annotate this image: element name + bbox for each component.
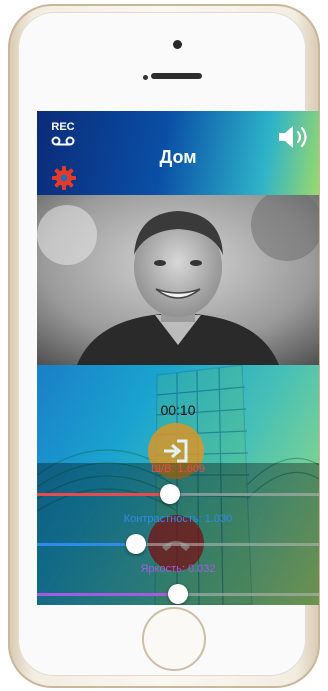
slider-track-remaining[interactable] [170,493,319,496]
speaker-icon[interactable] [275,123,311,151]
slider-label: Яркость: 0.032 [140,563,216,575]
app-screen: REC Дом 00:10 Ш/В: 1.609 Контрастность: … [37,111,319,605]
slider-track-filled[interactable] [37,493,170,496]
slider-track-filled[interactable] [37,593,178,596]
call-controls-panel: 00:10 Ш/В: 1.609 Контрастность: 1.030 Ярко… [37,365,319,605]
slider-thumb[interactable] [168,584,188,604]
video-feed [37,195,319,365]
front-camera [173,40,182,49]
slider-label: Контрастность: 1.030 [123,513,233,525]
slider-track-remaining[interactable] [178,593,319,596]
slider-track-remaining[interactable] [136,543,319,546]
rec-label[interactable]: REC [51,122,75,133]
home-button[interactable] [142,607,206,671]
slider-label: Ш/В: 1.609 [150,463,206,475]
slider-thumb[interactable] [126,534,146,554]
earpiece-speaker [151,73,202,79]
slider-thumb[interactable] [160,484,180,504]
call-timer: 00:10 [160,402,196,418]
proximity-sensor [143,75,148,80]
header-bar: REC Дом [37,111,319,195]
voicemail-tape-icon[interactable] [51,136,75,146]
gear-icon[interactable] [51,165,77,191]
slider-track-filled[interactable] [37,543,136,546]
